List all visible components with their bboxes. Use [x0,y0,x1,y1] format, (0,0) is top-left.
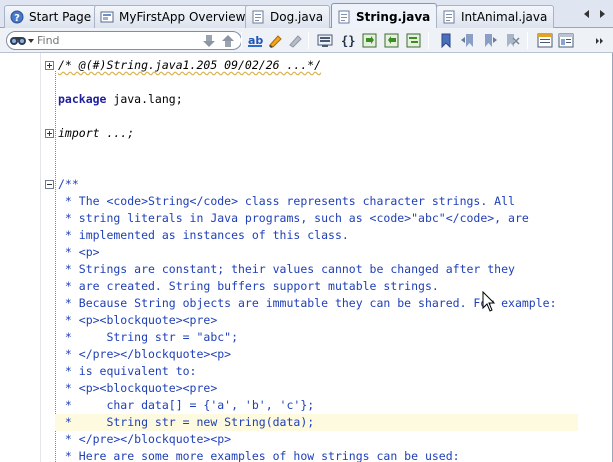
next-bookmark-icon[interactable] [481,32,499,49]
tab-label: Start Page [29,10,92,24]
folded-imports[interactable]: import ...; [58,126,134,140]
find-previous-icon[interactable] [219,32,237,49]
code-line: * <p> [58,245,100,259]
format-code-icon[interactable] [405,32,423,49]
clear-bookmarks-icon[interactable] [503,32,521,49]
code-line: * </pre></blockquote><p> [58,432,232,446]
fold-guide-line [55,71,56,462]
overview-icon [99,10,115,24]
code-text-area[interactable]: /* @(#)String.java1.205 09/02/26 ...*/ p… [55,53,611,462]
tab-string-java[interactable]: String.java [331,3,438,29]
expand-fold-icon[interactable] [45,129,54,138]
toolbar-separator [308,32,309,49]
highlighter-icon[interactable] [266,32,284,49]
tab-myfirstapp-overview[interactable]: MyFirstApp Overview [94,5,253,28]
toolbar-separator [428,32,429,49]
svg-text:?: ? [14,13,20,24]
folded-header-comment[interactable]: /* @(#)String.java1.205 09/02/26 ...*/ [58,58,321,72]
find-next-icon[interactable] [200,32,218,49]
tab-dog-java[interactable]: Dog.java [245,5,331,28]
svg-text:{}: {} [341,34,355,48]
package-name: java.lang; [106,92,183,106]
collapse-fold-icon[interactable] [45,180,54,189]
scroll-tabs-right-icon[interactable] [596,8,608,20]
toolbar-overflow-icon[interactable] [590,32,608,49]
toolbar-separator [527,32,528,49]
expand-fold-icon[interactable] [45,61,54,70]
braces-icon[interactable]: {} [339,32,357,49]
code-line: import ...; [58,125,611,142]
toggle-breakpoint-icon[interactable] [316,32,334,49]
code-line: /* @(#)String.java1.205 09/02/26 ...*/ [58,57,611,74]
binoculars-icon[interactable] [7,32,37,49]
editor-tab-bar: ? Start Page MyFirstApp Overview Dog.jav… [0,0,613,29]
document-properties-icon[interactable] [557,32,575,49]
line-number-gutter [0,53,41,462]
code-line: * String str = "abc"; [58,330,239,344]
code-line: * Here are some more examples of how str… [58,449,460,462]
scroll-tabs-left-icon[interactable] [581,8,593,20]
code-line: * implemented as instances of this class… [58,228,349,242]
tab-label: MyFirstApp Overview [119,10,246,24]
fold-gutter [41,53,55,462]
code-line: * are created. String buffers support mu… [58,279,439,293]
split-editor-icon[interactable] [536,32,554,49]
tab-label: String.java [356,9,431,24]
code-line: * Strings are constant; their values can… [58,262,515,276]
code-line: * is equivalent to: [58,364,197,378]
tab-intanimal-java[interactable]: IntAnimal.java [436,5,555,28]
code-line: * The <code>String</code> class represen… [58,194,515,208]
code-line: package java.lang; [58,91,611,108]
java-file-icon [250,10,266,24]
code-line: /** [58,177,79,191]
tab-label: Dog.java [270,10,324,24]
previous-bookmark-icon[interactable] [459,32,477,49]
current-code-line: * String str = new String(data); [55,414,578,431]
java-file-icon [441,10,457,24]
keyword: package [58,92,107,106]
code-editor[interactable]: /* @(#)String.java1.205 09/02/26 ...*/ p… [0,53,613,462]
code-line: * string literals in Java programs, such… [58,211,529,225]
java-file-icon [336,10,352,24]
comment-icon[interactable] [361,32,379,49]
tab-label: IntAnimal.java [461,10,548,24]
toolbar-separator [241,32,242,49]
editor-toolbar: ab {} [0,28,613,53]
tab-start-page[interactable]: ? Start Page [4,5,99,28]
uncomment-icon[interactable] [383,32,401,49]
toggle-bookmark-icon[interactable] [437,32,455,49]
help-icon: ? [9,10,25,24]
clear-highlights-icon[interactable] [286,32,304,49]
code-line: * <p><blockquote><pre> [58,313,218,327]
code-line: * char data[] = {'a', 'b', 'c'}; [58,398,315,412]
code-line: * </pre></blockquote><p> [58,347,232,361]
mouse-pointer-icon [482,291,496,312]
code-line: * <p><blockquote><pre> [58,381,218,395]
code-line: * Because String objects are immutable t… [58,296,557,310]
highlight-occurrences-icon[interactable]: ab [246,32,264,49]
